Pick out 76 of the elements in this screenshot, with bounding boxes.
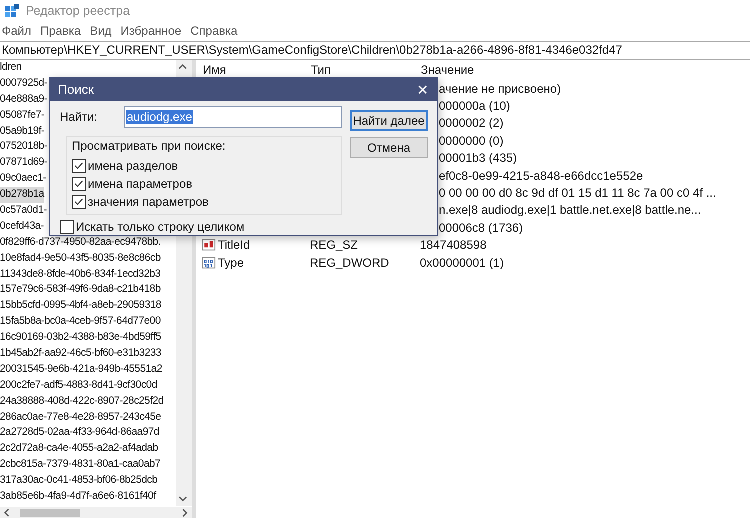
group-label: Просматривать при поиске: (72, 139, 227, 153)
checkbox-label[interactable]: Искать только строку целиком (76, 220, 245, 234)
tree-item[interactable]: 04e888a9- (0, 92, 48, 108)
checkbox-label[interactable]: имена разделов (88, 159, 178, 173)
registry-icon (4, 3, 20, 19)
window-title: Редактор реестра (26, 4, 130, 18)
horizontal-scrollbar[interactable] (0, 507, 192, 518)
tree-item[interactable]: 0b278b1a (0, 187, 44, 204)
find-field[interactable]: audiodg.exe (124, 106, 342, 128)
tree-item[interactable]: 317a30ac-0c41-4853-bf06-8b25dcb (0, 473, 158, 490)
value-data: 0000002 (2) (439, 116, 504, 130)
tree-item[interactable]: 15fa5b8a-bc0a-4ceb-9f57-64d77e00 (0, 314, 161, 330)
tree-item[interactable]: 0cefd43a- (0, 218, 44, 235)
value-type: REG_DWORD (310, 256, 390, 270)
dialog-title: Поиск (58, 82, 94, 97)
find-next-button[interactable]: Найти далее (350, 110, 428, 131)
value-data: 00001b3 (435) (439, 151, 518, 166)
tree-item[interactable]: 0007925d- (0, 76, 48, 92)
value-data: 0x00000001 (1) (420, 256, 504, 270)
tree-item[interactable]: 10e8fad4-9e50-43f5-8035-8e8c86cb (0, 250, 161, 267)
string-value-icon (202, 238, 216, 252)
tree-item[interactable]: 1b45ab2f-aa92-46c5-bf60-e31b3233 (0, 346, 162, 362)
tree-item[interactable]: 11343de8-8fde-40b6-834f-1ecd32b3 (0, 266, 161, 282)
column-header[interactable]: Значение (421, 63, 474, 77)
check-icon (73, 160, 85, 172)
menu-item[interactable]: Избранное (120, 24, 182, 38)
tree-item[interactable]: 15bb5cfd-0995-4bf4-a8eb-29059318 (0, 298, 162, 314)
cancel-button[interactable]: Отмена (350, 137, 428, 158)
find-label: Найти: (60, 110, 99, 124)
checkbox-label[interactable]: имена параметров (88, 177, 193, 191)
tree-item[interactable]: 0f829ff6-d737-4950-82aa-ec9478bb. (0, 234, 161, 251)
value-data: 00006c8 (1736) (439, 220, 524, 235)
value-type: REG_SZ (310, 238, 360, 252)
tree-item[interactable]: 286ac0ae-77e8-4e28-8957-243c45e (0, 410, 162, 426)
value-name[interactable]: Type (218, 256, 244, 270)
value-data: 0 00 00 00 d0 8c 9d df 01 15 d1 11 8c 7a 00 c0 4f ... (439, 186, 716, 200)
tree-item[interactable]: 2a2728d5-02aa-4f33-964d-86aa97d (0, 425, 160, 442)
menu-item[interactable]: Файл (2, 24, 32, 38)
tree-item[interactable]: 24a38888-408d-422c-8907-28c25f2d (0, 394, 164, 410)
menu-item[interactable]: Вид (90, 24, 112, 38)
value-data: 1847408598 (420, 238, 487, 252)
tree-item[interactable]: 09c0aec1- (0, 171, 46, 188)
check-icon (73, 196, 85, 208)
scroll-thumb[interactable] (20, 508, 80, 516)
checkbox[interactable] (72, 195, 86, 209)
check-icon (73, 178, 85, 190)
value-data: ef0c8-0e99-4215-a848-e66dcc1e552e (439, 168, 644, 183)
tree-item[interactable]: 05a9b19f- (0, 124, 45, 140)
value-data: n.exe|8 audiodg.exe|1 battle.net.exe|8 battle.ne... (439, 203, 702, 218)
close-button[interactable]: ✕ (417, 82, 429, 98)
checkbox-label[interactable]: значения параметров (88, 195, 209, 209)
tree-item[interactable]: 157e79c6-583f-49f6-9da8-c21b418b (0, 282, 161, 298)
value-data: 000000a (10) (439, 99, 510, 114)
tree-item[interactable]: 200c2fe7-adf5-4883-8d41-9cf30c0d (0, 378, 158, 394)
value-data: 0000000 (0) (439, 134, 504, 148)
menu-item[interactable]: Правка (40, 24, 82, 38)
tree-item[interactable]: 07871d69- (0, 155, 48, 172)
column-header[interactable]: Тип (311, 63, 421, 77)
value-data: ачение не присвоено) (439, 82, 562, 96)
tree-item[interactable]: 20031545-9e6b-421a-949b-45551a2 (0, 362, 162, 378)
binary-value-icon (202, 256, 216, 270)
checkbox[interactable] (72, 177, 86, 191)
checkbox[interactable] (72, 159, 86, 173)
tree-item[interactable]: 2c2d72a8-ca4e-4055-a2a2-af4adab (0, 441, 158, 458)
tree-item[interactable]: 16c90169-03b2-4388-b83e-4bd59ff5 (0, 330, 162, 346)
tree-item[interactable]: 3ab85e6b-4fa9-4d7f-a6e6-8161f40f (0, 489, 156, 505)
checkbox[interactable] (60, 220, 74, 234)
tree-item[interactable]: 0752018b- (0, 139, 48, 156)
value-name[interactable]: TitleId (218, 238, 250, 252)
tree-item[interactable]: 2cbc815a-7379-4831-80a1-caa0ab7 (0, 457, 161, 474)
menu-item[interactable]: Справка (190, 24, 238, 38)
tree-item[interactable]: ldren (0, 60, 22, 76)
column-header[interactable]: Имя (199, 63, 311, 77)
tree-item[interactable]: 0c57a0d1- (0, 203, 47, 219)
address-bar[interactable]: Компьютер\HKEY_CURRENT_USER\System\GameConfigStore\Children\0b278b1a-a266-4896-8f81-4346e032fd47 (0, 41, 750, 60)
tree-item[interactable]: 05087fe7- (0, 108, 45, 124)
